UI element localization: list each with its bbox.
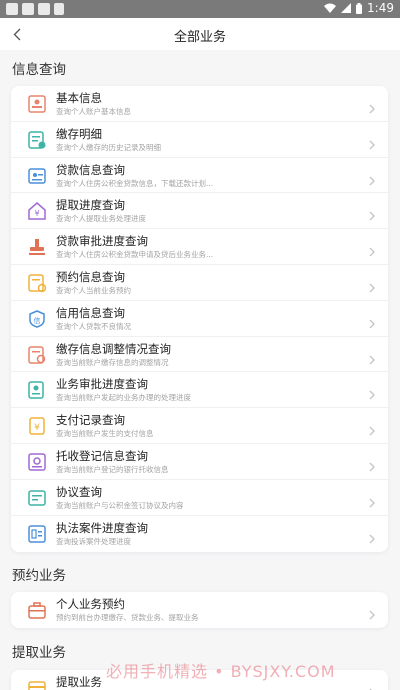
item-description: 查询个人缴存的历史记录及明细 (56, 142, 161, 152)
payment-record-icon: ¥ (27, 416, 47, 436)
item-description: 查询当前账户发生的支付信息 (56, 429, 154, 439)
svg-text:¥: ¥ (34, 209, 39, 218)
list-item[interactable]: 缴存信息调整情况查询 查询当前账户缴存信息的调整情况 (11, 337, 388, 373)
page-title: 全部业务 (173, 30, 226, 45)
list-item[interactable]: 贷款信息查询 查询个人住房公积金贷款信息，下载还款计划... (11, 158, 388, 194)
section-title-info-query: 信息查询 (12, 62, 66, 78)
signal-icon (341, 3, 352, 13)
item-title: 托收登记信息查询 (56, 448, 148, 463)
status-time: 1:49 (367, 1, 394, 15)
list-item[interactable]: 托收登记信息查询 查询当前账户登记的银行托收信息 (11, 444, 388, 480)
svg-text:信: 信 (34, 316, 41, 325)
item-title: 缴存明细 (56, 126, 102, 141)
item-title: 提取进度查询 (56, 198, 125, 213)
chevron-right-icon (368, 493, 376, 508)
law-case-icon (27, 524, 47, 544)
briefcase-icon (27, 600, 47, 620)
appointment-card: 个人业务预约预约到前台办理缴存、贷款业务、提取业务 (11, 592, 388, 628)
appointment-icon (27, 273, 47, 293)
chevron-right-icon (368, 278, 376, 293)
item-description: 预约到前台办理缴存、贷款业务、提取业务 (56, 613, 199, 622)
deposit-adjust-icon (27, 345, 47, 365)
withdraw-icon (27, 678, 47, 690)
chevron-right-icon (368, 385, 376, 400)
list-item[interactable]: 缴存明细 查询个人缴存的历史记录及明细 (11, 122, 388, 158)
section-title-withdraw: 提取业务 (12, 645, 66, 661)
chevron-right-icon (368, 457, 376, 472)
list-item[interactable]: 贷款审批进度查询 查询个人住房公积金贷款申请及贷后业务业务... (11, 229, 388, 265)
notification-icon (38, 3, 50, 15)
list-item[interactable]: 预约信息查询 查询个人当前业务预约 (11, 265, 388, 301)
id-card-icon (27, 94, 47, 114)
loan-info-icon (27, 166, 47, 186)
item-title: 信用信息查询 (56, 305, 125, 320)
item-description: 查询投诉案件处理进度 (56, 536, 131, 546)
item-description: 查询个人贷款不良情况 (56, 321, 131, 331)
chevron-right-icon (368, 350, 376, 365)
notification-icon (22, 3, 34, 15)
item-description: 查询当前账户缴存信息的调整情况 (56, 357, 169, 367)
chevron-right-icon (368, 605, 376, 620)
chevron-right-icon (368, 683, 376, 690)
info-query-card: 基本信息 查询个人账户基本信息 缴存明细 查询个人缴存的历史记录及明细 贷款信息查询 查询… (11, 86, 388, 552)
item-description: 查询个人住房公积金贷款申请及贷后业务业务... (56, 250, 214, 260)
list-item[interactable]: 协议查询 查询当前账户与公积金签订协议及内容 (11, 480, 388, 516)
item-title: 执法案件进度查询 (56, 520, 148, 535)
chevron-right-icon (368, 135, 376, 150)
chevron-right-icon (368, 171, 376, 186)
list-item[interactable]: ¥ 支付记录查询 查询当前账户发生的支付信息 (11, 408, 388, 444)
chevron-right-icon (368, 99, 376, 114)
approval-progress-icon (27, 380, 47, 400)
list-item[interactable]: ¥ 提取进度查询 查询个人提取业务处理进度 (11, 193, 388, 230)
chevron-right-icon (368, 206, 376, 221)
item-description: 查询当前账户与公积金签订协议及内容 (56, 500, 184, 510)
item-title: 基本信息 (56, 91, 102, 105)
item-description: 查询个人当前业务预约 (56, 285, 131, 295)
battery-icon (356, 2, 363, 14)
chevron-right-icon (368, 421, 376, 436)
item-title: 贷款审批进度查询 (56, 234, 148, 249)
svg-text:¥: ¥ (34, 423, 40, 433)
notification-icon (6, 3, 18, 15)
nav-bar: 全部业务 (0, 18, 400, 50)
item-description: 查询个人住房公积金贷款信息，下载还款计划... (56, 178, 214, 188)
collection-register-icon (27, 452, 47, 472)
list-item[interactable]: 执法案件进度查询 查询投诉案件处理进度 (11, 516, 388, 552)
status-bar: 1:49 (0, 0, 400, 18)
notification-icon (54, 3, 64, 15)
item-title: 缴存信息调整情况查询 (56, 341, 171, 356)
stamp-icon (27, 237, 47, 257)
item-description: 查询个人账户基本信息 (56, 107, 131, 116)
list-item[interactable]: 业务审批进度查询 查询当前账户发起的业务办理的处理进度 (11, 372, 388, 409)
item-title: 预约信息查询 (56, 269, 125, 284)
item-title: 支付记录查询 (56, 413, 125, 428)
wifi-icon (324, 3, 337, 13)
credit-shield-icon: 信 (27, 309, 47, 329)
list-item[interactable]: 基本信息查询个人账户基本信息 (11, 86, 388, 122)
deposit-list-icon (27, 130, 47, 150)
agreement-icon (27, 488, 47, 508)
chevron-right-icon (368, 314, 376, 329)
item-description: 查询个人提取业务处理进度 (56, 214, 146, 224)
chevron-right-icon (368, 529, 376, 544)
item-description: 查询当前账户发起的业务办理的处理进度 (56, 393, 191, 403)
watermark: 必用手机精选 • BYSJXY.COM (106, 662, 336, 681)
list-item[interactable]: 个人业务预约预约到前台办理缴存、贷款业务、提取业务 (11, 592, 388, 628)
chevron-right-icon (368, 242, 376, 257)
withdraw-progress-icon: ¥ (27, 201, 47, 221)
list-item[interactable]: 信 信用信息查询 查询个人贷款不良情况 (11, 301, 388, 337)
item-description: 查询当前账户登记的银行托收信息 (56, 464, 169, 474)
section-title-appointment: 预约业务 (12, 568, 66, 584)
item-title: 业务审批进度查询 (56, 377, 148, 392)
notification-icons (6, 3, 64, 15)
item-title: 贷款信息查询 (56, 162, 125, 177)
item-title: 个人业务预约 (56, 597, 125, 611)
item-title: 协议查询 (56, 484, 102, 499)
